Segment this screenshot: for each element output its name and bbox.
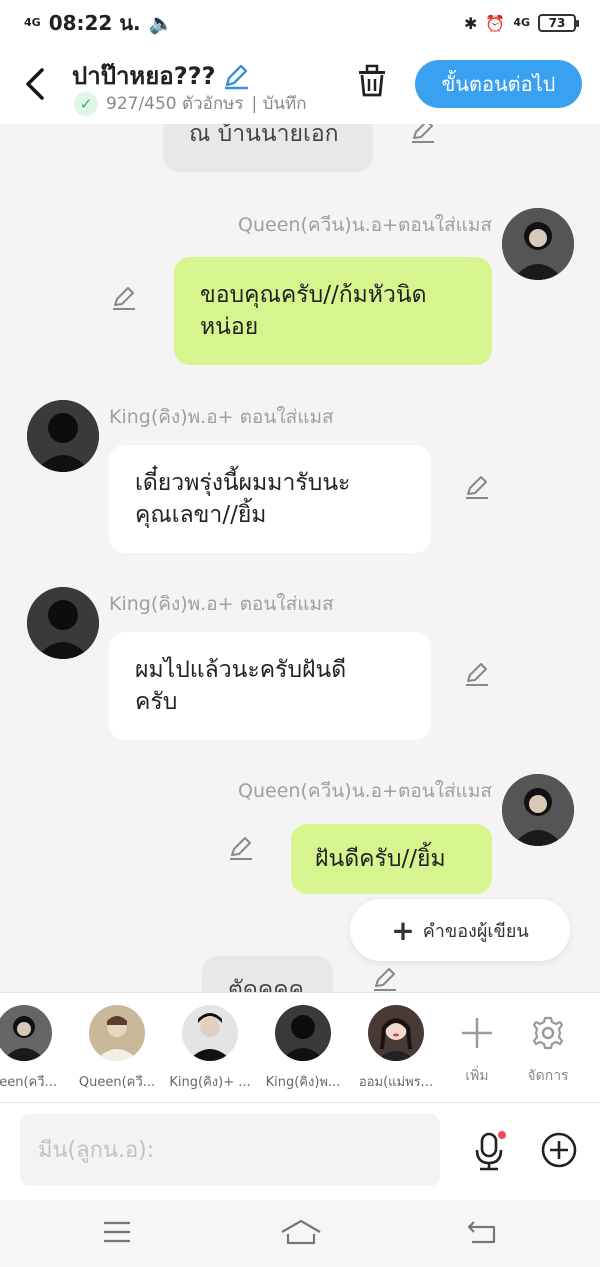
back-icon[interactable] [22,64,50,104]
message-sender: King(คิง)พ.อ+ ตอนใส่แมส [109,593,334,615]
editor-header: ปาป๊าหยอ??? ✓ 927/450 ตัวอักษร | บันทึก … [0,46,600,124]
manage-characters-button[interactable]: จัดการ [513,1005,583,1087]
avatar[interactable] [502,774,574,846]
speaker-icon: 🔈 [148,11,174,35]
message-bubble[interactable]: ฝันดีครับ//ยิ้ม [291,824,492,894]
chat-area[interactable]: ณ บ้านนายเอก Queen(ควีน)น.อ+ตอนใส่แมส ขอ… [0,124,600,992]
bluetooth-icon: ✱ [463,13,478,33]
message-bubble[interactable]: ผมไปแล้วนะครับฝันดี ครับ [109,632,431,740]
check-icon: ✓ [74,91,98,116]
message-sender: Queen(ควีน)น.อ+ตอนใส่แมส [238,780,492,802]
add-character-button[interactable]: เพิ่ม [442,1005,512,1087]
avatar [89,1005,145,1061]
battery-icon: 73 [538,14,579,32]
character-item[interactable]: King(คิง)+ ... [164,1005,256,1092]
character-item[interactable]: Queen(ควี... [71,1005,163,1092]
back-nav-icon[interactable] [466,1218,498,1246]
saved-label: | บันทึก [251,94,307,114]
character-item[interactable]: King(คิง)พ... [257,1005,349,1092]
message-sender: Queen(ควีน)น.อ+ตอนใส่แมส [238,214,492,236]
save-status: ✓ 927/450 ตัวอักษร | บันทึก [74,90,307,117]
plus-icon: + [391,913,415,947]
avatar[interactable] [27,400,99,472]
edit-icon[interactable] [228,835,254,861]
author-note-button[interactable]: + คำของผู้เขียน [350,899,570,961]
trash-icon[interactable] [356,64,388,98]
char-count: 927/450 ตัวอักษร [106,94,244,114]
avatar [182,1005,238,1061]
menu-icon[interactable] [102,1218,132,1246]
avatar [368,1005,424,1061]
narration-bubble[interactable]: ณ บ้านนายเอก [163,124,373,172]
add-content-icon[interactable] [540,1131,578,1169]
avatar[interactable] [27,587,99,659]
edit-icon[interactable] [410,124,436,144]
edit-icon[interactable] [464,474,490,500]
narration-bubble[interactable]: ตัดคคค [202,956,333,992]
edit-icon[interactable] [464,661,490,687]
plus-icon [462,1018,492,1048]
message-bubble[interactable]: เดี๋ยวพรุ่งนี้ผมมารับนะ คุณเลขา//ยิ้ม [109,445,431,553]
message-bubble[interactable]: ขอบคุณครับ//ก้มหัวนิด หน่อย [174,257,492,365]
system-nav-bar [0,1200,600,1267]
microphone-icon[interactable] [472,1131,506,1171]
edit-icon[interactable] [372,966,398,992]
next-step-button[interactable]: ขั้นตอนต่อไป [415,60,582,108]
message-sender: King(คิง)พ.อ+ ตอนใส่แมส [109,406,334,428]
avatar[interactable] [502,208,574,280]
avatar [275,1005,331,1061]
edit-title-icon[interactable] [221,61,251,91]
home-icon[interactable] [280,1218,322,1246]
character-selector: ueen(ควี... Queen(ควี... King(คิง)+ ... … [0,992,600,1102]
character-item[interactable]: ออม(แม่พร... [350,1005,442,1092]
network-indicator: 4G [513,16,530,29]
alarm-icon: ⏰ [485,13,506,33]
gear-icon [532,1016,564,1050]
signal-indicator: 4G [24,16,41,29]
status-bar: 4G 08:22 น. 🔈 ✱ ⏰ 4G 73 [0,0,600,46]
message-input[interactable] [20,1114,440,1186]
avatar [0,1005,52,1061]
edit-icon[interactable] [111,285,137,311]
clock: 08:22 น. [48,11,141,35]
composer [0,1102,600,1200]
character-item[interactable]: ueen(ควี... [0,1005,70,1092]
